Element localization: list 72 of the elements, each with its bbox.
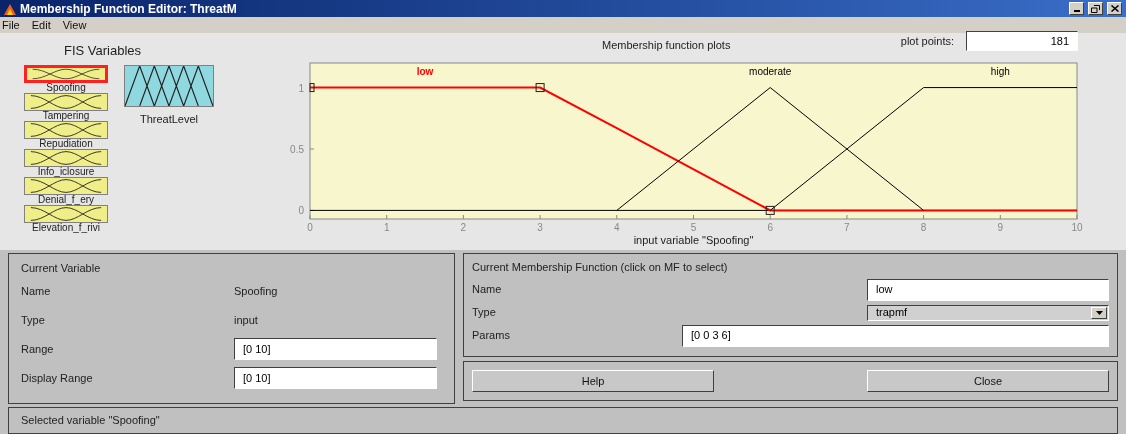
menu-item[interactable]: Edit xyxy=(31,16,51,34)
minimize-icon xyxy=(1073,10,1080,12)
dialog-button[interactable]: Help xyxy=(472,370,714,392)
x-tick-label: 3 xyxy=(537,222,543,233)
maximize-button[interactable] xyxy=(1088,2,1103,15)
field-label: Type xyxy=(472,305,497,321)
variable-label: Denial_f_ery xyxy=(37,194,95,205)
membership-curve[interactable] xyxy=(616,87,925,211)
plot-points-field[interactable]: 181 xyxy=(966,31,1078,51)
field-value: Spoofing xyxy=(234,283,278,299)
plot-title: Membership function plots xyxy=(602,37,731,53)
panel-title: Current Membership Function (click on MF to select) xyxy=(472,260,729,275)
membership-icon[interactable] xyxy=(24,92,108,111)
x-tick-label: 4 xyxy=(614,222,620,233)
x-tick-label: 2 xyxy=(460,222,467,233)
panel-title: FIS Variables xyxy=(63,42,143,60)
menu-item[interactable]: File xyxy=(2,16,20,34)
close-button[interactable] xyxy=(1107,2,1122,15)
curve-label: high xyxy=(990,66,1010,77)
handle-icon[interactable] xyxy=(309,83,315,93)
minimize-button[interactable] xyxy=(1069,2,1084,15)
membership-curve[interactable] xyxy=(769,87,1078,211)
input-field[interactable]: low xyxy=(867,278,1109,301)
membership-icon[interactable] xyxy=(24,204,108,223)
app-icon xyxy=(4,2,16,15)
x-tick-label: 8 xyxy=(920,222,927,233)
y-tick-label: 0.5 xyxy=(290,144,304,155)
variable-label: Info_iclosure xyxy=(37,166,95,177)
x-tick-label: 0 xyxy=(307,222,313,233)
type-dropdown[interactable]: trapmf xyxy=(867,304,1109,321)
x-tick-label: 10 xyxy=(1071,222,1083,233)
field-value: input xyxy=(234,312,258,328)
y-tick-label: 1 xyxy=(298,82,304,94)
variable-label: Elevation_f_rivi xyxy=(32,222,100,233)
membership-icon[interactable] xyxy=(24,148,108,167)
field-label: Range xyxy=(21,341,55,357)
field-label: Params xyxy=(472,328,511,344)
window-title: Membership Function Editor: ThreatM xyxy=(20,0,238,18)
x-tick-label: 5 xyxy=(690,222,697,233)
x-tick-label: 1 xyxy=(383,222,390,233)
field-label: Name xyxy=(472,282,503,298)
handle-icon[interactable] xyxy=(535,83,545,93)
membership-icon[interactable] xyxy=(124,64,214,107)
selected-curve[interactable] xyxy=(309,86,1078,212)
dialog-button[interactable]: Close xyxy=(867,370,1109,392)
input-field[interactable]: [0 10] xyxy=(234,338,437,360)
y-tick-label: 0 xyxy=(298,205,304,217)
input-field[interactable]: [0 10] xyxy=(234,367,437,389)
x-tick-label: 7 xyxy=(844,222,850,233)
membership-icon[interactable] xyxy=(24,120,108,139)
variable-label: ThreatLevel xyxy=(139,111,199,127)
variable-label: Spoofing xyxy=(46,82,86,93)
x-tick-label: 9 xyxy=(997,222,1004,233)
caret-icon xyxy=(1095,310,1103,315)
field-label: Type xyxy=(21,312,46,328)
x-tick-label: 6 xyxy=(767,222,773,233)
input-field[interactable]: [0 0 3 6] xyxy=(682,324,1109,347)
close-icon xyxy=(1110,5,1119,12)
status-text: Selected variable "Spoofing" xyxy=(21,413,160,429)
x-axis-label: input variable "Spoofing" xyxy=(633,234,754,246)
membership-icon[interactable] xyxy=(24,176,108,195)
field-label: plot points: xyxy=(900,33,954,49)
maximize-icon xyxy=(1091,4,1100,13)
field-label: Name xyxy=(21,283,52,299)
curve-label: moderate xyxy=(749,66,792,77)
field-label: Display Range xyxy=(21,370,94,386)
variable-label: Repudiation xyxy=(39,138,93,149)
panel-title: Current Variable xyxy=(21,261,102,276)
variable-label: Tampering xyxy=(42,110,90,121)
curve-label: low xyxy=(416,66,434,77)
handle-icon[interactable] xyxy=(765,205,775,215)
menu-item[interactable]: View xyxy=(62,16,87,34)
